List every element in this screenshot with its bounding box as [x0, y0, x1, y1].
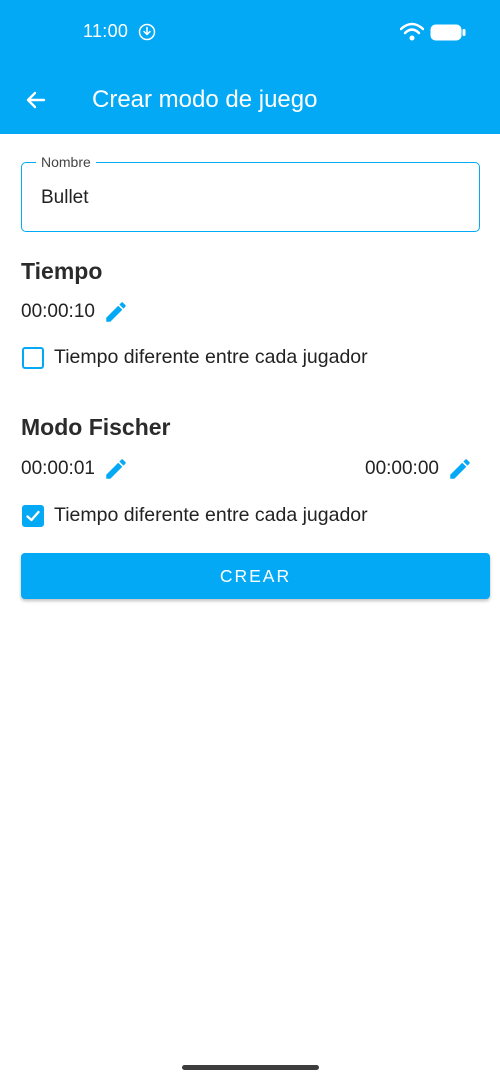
fischer-time-row-2: 00:00:00: [365, 456, 473, 482]
app-bar: 11:00 Crear modo de juego: [0, 0, 500, 134]
checkbox-icon[interactable]: [22, 346, 44, 369]
fischer-title: Modo Fischer: [21, 414, 171, 440]
download-icon: [138, 23, 156, 41]
fischer-different-label: Tiempo diferente entre cada jugador: [54, 504, 368, 526]
pencil-icon: [106, 302, 126, 322]
fischer-time-player1: 00:00:01: [21, 458, 95, 479]
tiempo-different-checkbox-row[interactable]: Tiempo diferente entre cada jugador: [22, 346, 368, 369]
edit-fischer-player2-button[interactable]: [447, 456, 473, 482]
tiempo-title: Tiempo: [21, 258, 103, 284]
name-field-label: Nombre: [36, 154, 96, 170]
edit-fischer-player1-button[interactable]: [103, 456, 129, 482]
name-field[interactable]: Nombre Bullet: [21, 154, 480, 232]
pencil-icon: [106, 459, 126, 479]
battery-icon: [430, 24, 466, 41]
checkmark-icon: [26, 510, 40, 521]
tiempo-different-label: Tiempo diferente entre cada jugador: [54, 346, 368, 368]
tiempo-time-row: 00:00:10: [21, 299, 129, 325]
fischer-time-row-1: 00:00:01: [21, 456, 129, 482]
arrow-back-icon: [26, 91, 46, 109]
create-button[interactable]: CREAR: [21, 553, 490, 599]
home-indicator[interactable]: [182, 1065, 319, 1070]
fischer-time-player2: 00:00:00: [365, 458, 439, 479]
pencil-icon: [450, 459, 470, 479]
checkbox-checked-icon[interactable]: [22, 504, 44, 527]
tiempo-time: 00:00:10: [21, 301, 95, 322]
page-title: Crear modo de juego: [92, 86, 318, 113]
back-button[interactable]: [18, 82, 54, 118]
fischer-different-checkbox-row[interactable]: Tiempo diferente entre cada jugador: [22, 504, 368, 527]
status-time: 11:00: [83, 21, 129, 41]
edit-tiempo-button[interactable]: [103, 299, 129, 325]
wifi-icon: [400, 22, 424, 41]
name-field-value[interactable]: Bullet: [41, 187, 89, 209]
